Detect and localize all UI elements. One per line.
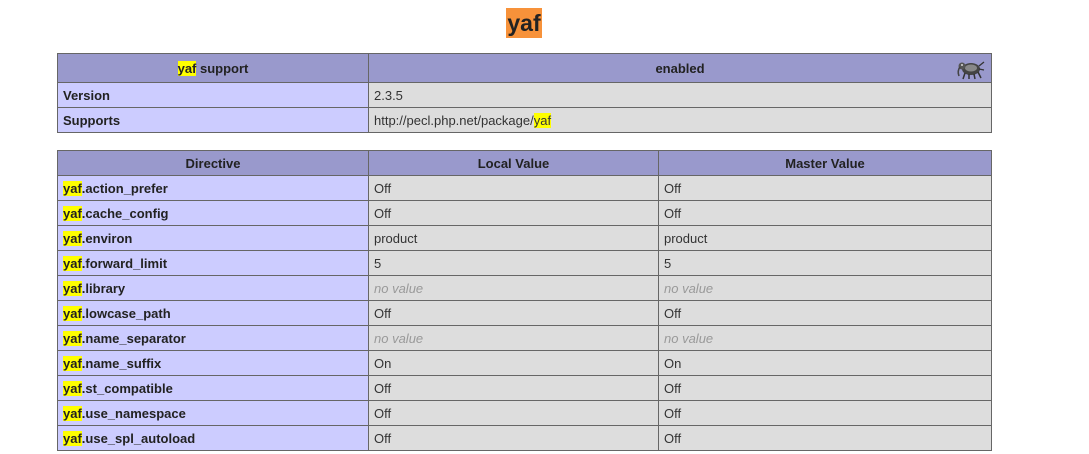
directive-name: yaf.lowcase_path: [57, 300, 369, 326]
search-highlight: yaf: [63, 255, 82, 271]
search-highlight: yaf: [63, 280, 82, 296]
info-row-supports: Supports http://pecl.php.net/package/yaf: [57, 107, 992, 133]
local-value: Off: [368, 425, 659, 451]
directive-row: yaf.library no value no value: [57, 275, 992, 301]
directive-name: yaf.action_prefer: [57, 175, 369, 201]
directive-column-header: Directive: [57, 150, 369, 176]
directive-name-suffix: .environ: [81, 230, 133, 246]
local-value-column-header: Local Value: [368, 150, 659, 176]
directive-row: yaf.environ product product: [57, 225, 992, 251]
master-value: Off: [658, 200, 992, 226]
local-value: 5: [368, 250, 659, 276]
no-value-text: no value: [374, 280, 424, 296]
local-value: Off: [368, 175, 659, 201]
search-highlight: yaf: [63, 355, 82, 371]
search-highlight: yaf: [63, 380, 82, 396]
directive-name: yaf.forward_limit: [57, 250, 369, 276]
directive-rows: yaf.action_prefer Off Off yaf.cache_config O…: [57, 175, 992, 451]
enabled-status: enabled: [655, 60, 705, 76]
elephant-icon: [957, 61, 985, 80]
directive-header-row: Directive Local Value Master Value: [57, 150, 992, 176]
directive-name-suffix: .lowcase_path: [81, 305, 171, 321]
directive-row: yaf.cache_config Off Off: [57, 200, 992, 226]
master-value: 5: [658, 250, 992, 276]
directive-name-suffix: .use_spl_autoload: [81, 430, 196, 446]
directive-name-suffix: .use_namespace: [81, 405, 186, 421]
directive-row: yaf.use_spl_autoload Off Off: [57, 425, 992, 451]
master-value: no value: [658, 275, 992, 301]
support-header-suffix: support: [196, 60, 249, 76]
local-value: Off: [368, 375, 659, 401]
directive-name: yaf.name_suffix: [57, 350, 369, 376]
directive-name-suffix: .forward_limit: [81, 255, 168, 271]
master-value: Off: [658, 400, 992, 426]
directive-name-suffix: .cache_config: [81, 205, 169, 221]
directive-row: yaf.name_suffix On On: [57, 350, 992, 376]
local-value: no value: [368, 275, 659, 301]
local-value: Off: [368, 200, 659, 226]
directive-row: yaf.forward_limit 5 5: [57, 250, 992, 276]
master-value: no value: [658, 325, 992, 351]
module-title-text: yaf: [506, 8, 542, 38]
master-value: Off: [658, 375, 992, 401]
no-value-text: no value: [374, 330, 424, 346]
master-value: product: [658, 225, 992, 251]
directive-row: yaf.use_namespace Off Off: [57, 400, 992, 426]
info-value: 2.3.5: [368, 82, 992, 108]
supports-value: http://pecl.php.net/package/yaf: [368, 107, 992, 133]
directive-name-suffix: .name_suffix: [81, 355, 162, 371]
local-value: no value: [368, 325, 659, 351]
master-value: On: [658, 350, 992, 376]
search-highlight: yaf: [63, 205, 82, 221]
search-highlight: yaf: [63, 430, 82, 446]
directive-name-suffix: .name_separator: [81, 330, 186, 346]
search-highlight: yaf: [533, 112, 552, 128]
local-value: Off: [368, 400, 659, 426]
directive-name: yaf.library: [57, 275, 369, 301]
module-info-table: yaf support enabled Version 2.3.5 Suppor…: [57, 53, 992, 133]
search-highlight: yaf: [63, 405, 82, 421]
directive-name-suffix: .st_compatible: [81, 380, 173, 396]
directive-name: yaf.name_separator: [57, 325, 369, 351]
directive-table: Directive Local Value Master Value yaf.a…: [57, 150, 992, 451]
directive-name-suffix: .library: [81, 280, 126, 296]
info-row-version: Version 2.3.5: [57, 82, 992, 108]
directive-row: yaf.name_separator no value no value: [57, 325, 992, 351]
enabled-header: enabled: [368, 53, 992, 83]
directive-row: yaf.lowcase_path Off Off: [57, 300, 992, 326]
search-highlight: yaf: [177, 60, 197, 76]
directive-name: yaf.st_compatible: [57, 375, 369, 401]
master-value: Off: [658, 300, 992, 326]
local-value: product: [368, 225, 659, 251]
directive-name: yaf.cache_config: [57, 200, 369, 226]
search-highlight: yaf: [63, 305, 82, 321]
search-highlight: yaf: [63, 330, 82, 346]
local-value: Off: [368, 300, 659, 326]
directive-row: yaf.st_compatible Off Off: [57, 375, 992, 401]
no-value-text: no value: [664, 280, 714, 296]
info-header-row: yaf support enabled: [57, 53, 992, 83]
directive-name: yaf.use_namespace: [57, 400, 369, 426]
master-value: Off: [658, 175, 992, 201]
info-label: Supports: [57, 107, 369, 133]
directive-row: yaf.action_prefer Off Off: [57, 175, 992, 201]
master-value: Off: [658, 425, 992, 451]
master-value-column-header: Master Value: [658, 150, 992, 176]
support-header: yaf support: [57, 53, 369, 83]
no-value-text: no value: [664, 330, 714, 346]
directive-name: yaf.use_spl_autoload: [57, 425, 369, 451]
supports-url-prefix: http://pecl.php.net/package/: [374, 112, 534, 128]
directive-name: yaf.environ: [57, 225, 369, 251]
module-title: yaf: [0, 8, 1048, 38]
info-label: Version: [57, 82, 369, 108]
search-highlight: yaf: [63, 180, 82, 196]
directive-name-suffix: .action_prefer: [81, 180, 168, 196]
local-value: On: [368, 350, 659, 376]
search-highlight: yaf: [63, 230, 82, 246]
